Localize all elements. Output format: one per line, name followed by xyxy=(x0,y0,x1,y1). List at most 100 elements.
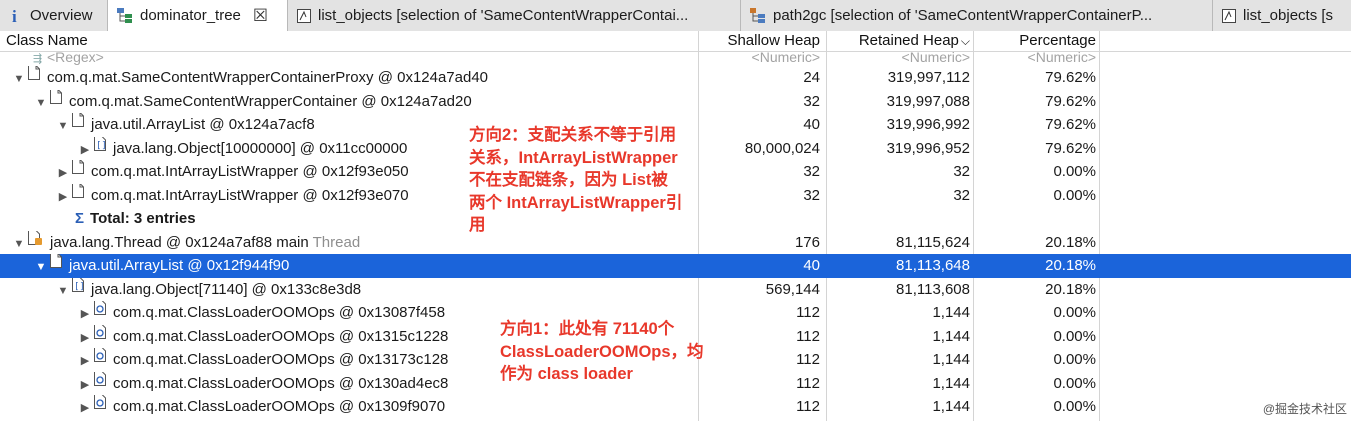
percentage-cell: 0.00% xyxy=(1053,374,1096,392)
class-name-label: com.q.mat.IntArrayListWrapper @ 0x12f93e… xyxy=(91,186,409,204)
filter-row: ⇶ <Regex> <Numeric> <Numeric> <Numeric> xyxy=(0,51,1351,65)
table-header: Class Name Shallow Heap Retained Heap ⌵ P… xyxy=(0,31,1351,52)
expand-toggle-icon[interactable]: ▶ xyxy=(79,139,91,161)
expand-toggle-icon[interactable]: ▶ xyxy=(79,327,91,349)
table-row[interactable]: ▼ com.q.mat.SameContentWrapperContainerPr… xyxy=(0,66,1351,90)
retained-heap-cell: 1,144 xyxy=(932,351,970,368)
collapse-toggle-icon[interactable]: ▼ xyxy=(35,92,47,114)
class-name-label: com.q.mat.SameContentWrapperContainer @ … xyxy=(69,92,472,110)
collapse-toggle-icon[interactable]: ▼ xyxy=(35,256,47,278)
retained-heap-cell: 81,113,608 xyxy=(896,280,970,298)
dominator-tree-icon xyxy=(116,7,134,25)
tab-label: dominator_tree xyxy=(140,7,241,24)
object-icon xyxy=(49,89,63,113)
object-icon xyxy=(49,254,63,277)
tab-label: list_objects [selection of 'SameContentW… xyxy=(318,7,689,24)
retained-heap-cell: 1,144 xyxy=(932,327,970,345)
expand-toggle-icon[interactable]: ▶ xyxy=(79,374,91,396)
retained-heap-cell: 1,144 xyxy=(932,398,970,415)
shallow-heap-cell: 40 xyxy=(803,257,820,274)
percentage-cell: 20.18% xyxy=(1045,233,1096,251)
info-icon: i xyxy=(8,8,24,24)
class-name-cell: ▼ com.q.mat.SameContentWrapperContainer @… xyxy=(35,89,680,114)
column-header-shallow-heap[interactable]: Shallow Heap xyxy=(700,31,820,51)
list-objects-icon xyxy=(296,8,312,24)
classloader-icon xyxy=(93,395,107,418)
table-row[interactable]: ▶ com.q.mat.ClassLoaderOOMOps @ 0x1309f90… xyxy=(0,395,1351,419)
array-icon: [] xyxy=(71,277,85,301)
expand-toggle-icon[interactable]: ▶ xyxy=(79,397,91,419)
table-row[interactable]: ▼ com.q.mat.SameContentWrapperContainer @… xyxy=(0,89,1351,114)
shallow-heap-cell: 112 xyxy=(796,304,820,321)
svg-text:[]: [] xyxy=(96,141,107,151)
percentage-filter-input[interactable]: <Numeric> xyxy=(975,51,1096,65)
table-row-selected[interactable]: ▼ java.util.ArrayList @ 0x12f944f90 40 81,1… xyxy=(0,254,1351,278)
percentage-cell: 79.62% xyxy=(1045,139,1096,157)
table-row[interactable]: ▼ [] java.lang.Object[71140] @ 0x133c8e3d8… xyxy=(0,277,1351,302)
tab-dominator-tree[interactable]: dominator_tree ☒ xyxy=(108,0,288,31)
shallow-heap-cell: 112 xyxy=(796,374,820,392)
retained-heap-cell: 1,144 xyxy=(932,374,970,392)
shallow-heap-cell xyxy=(700,207,820,231)
annotation-direction-1: 方向1：此处有 71140个 ClassLoaderOOMOps，均 作为 cl… xyxy=(500,320,704,383)
filter-icon: ⇶ xyxy=(33,53,43,65)
svg-text:[]: [] xyxy=(74,282,85,292)
percentage-cell: 0.00% xyxy=(1053,186,1096,204)
tab-list-objects[interactable]: list_objects [selection of 'SameContentW… xyxy=(288,0,741,31)
column-header-retained-heap[interactable]: Retained Heap ⌵ xyxy=(828,31,970,51)
filter-placeholder: <Regex> xyxy=(47,51,104,65)
shallow-heap-cell: 24 xyxy=(803,69,820,86)
percentage-cell: 0.00% xyxy=(1053,327,1096,345)
shallow-heap-cell: 112 xyxy=(796,327,820,345)
shallow-heap-cell: 32 xyxy=(803,92,820,110)
percentage-cell: 0.00% xyxy=(1053,351,1096,368)
collapse-toggle-icon[interactable]: ▼ xyxy=(13,233,25,255)
list-objects-icon xyxy=(1221,8,1237,24)
shallow-heap-cell: 40 xyxy=(803,116,820,133)
shallow-heap-cell: 112 xyxy=(796,398,820,415)
collapse-toggle-icon[interactable]: ▼ xyxy=(57,280,69,302)
class-name-label: com.q.mat.SameContentWrapperContainerPro… xyxy=(47,69,489,86)
tab-label: Overview xyxy=(30,7,93,24)
column-header-label: Retained Heap xyxy=(858,32,959,49)
class-name-cell: ▼ java.util.ArrayList @ 0x12f944f90 xyxy=(35,254,680,278)
expand-toggle-icon[interactable]: ▶ xyxy=(79,303,91,325)
path2gc-icon xyxy=(749,7,767,25)
collapse-toggle-icon[interactable]: ▼ xyxy=(13,68,25,90)
percentage-cell: 79.62% xyxy=(1045,69,1096,86)
column-header-percentage[interactable]: Percentage xyxy=(975,31,1096,51)
expand-toggle-icon[interactable]: ▶ xyxy=(57,186,69,208)
percentage-cell: 0.00% xyxy=(1053,304,1096,321)
class-name-label: com.q.mat.ClassLoaderOOMOps @ 0x13173c12… xyxy=(113,351,449,368)
close-icon[interactable]: ☒ xyxy=(253,6,268,26)
object-icon xyxy=(71,113,85,136)
sigma-icon: Σ xyxy=(75,210,85,227)
class-name-label: com.q.mat.ClassLoaderOOMOps @ 0x1315c122… xyxy=(113,327,449,345)
class-name-cell: ▼ com.q.mat.SameContentWrapperContainerPr… xyxy=(13,66,680,90)
tab-list-objects-2[interactable]: list_objects [s xyxy=(1213,0,1351,31)
percentage-cell: 79.62% xyxy=(1045,116,1096,133)
class-name-label: com.q.mat.ClassLoaderOOMOps @ 0x130ad4ec… xyxy=(113,374,449,392)
editor-tab-bar: i Overview dominator_tree ☒ list_objects… xyxy=(0,0,1351,32)
tab-label: path2gc [selection of 'SameContentWrappe… xyxy=(773,7,1153,24)
classloader-icon xyxy=(93,301,107,324)
regex-filter-input[interactable]: ⇶ <Regex> xyxy=(33,51,104,65)
expand-toggle-icon[interactable]: ▶ xyxy=(79,350,91,372)
expand-toggle-icon[interactable]: ▶ xyxy=(57,162,69,184)
shallow-heap-filter-input[interactable]: <Numeric> xyxy=(700,51,820,65)
tab-path2gc[interactable]: path2gc [selection of 'SameContentWrappe… xyxy=(741,0,1213,31)
shallow-heap-cell: 32 xyxy=(803,163,820,180)
shallow-heap-cell: 32 xyxy=(803,186,820,204)
class-name-label: com.q.mat.ClassLoaderOOMOps @ 0x13087f45… xyxy=(113,304,446,321)
tab-overview[interactable]: i Overview xyxy=(0,0,108,31)
collapse-toggle-icon[interactable]: ▼ xyxy=(57,115,69,137)
class-name-label: java.lang.Object[10000000] @ 0x11cc00000 xyxy=(113,139,408,157)
column-header-class-name[interactable]: Class Name xyxy=(6,31,88,51)
class-name-cell: ▼ [] java.lang.Object[71140] @ 0x133c8e3d8 xyxy=(57,277,680,302)
class-name-label: java.util.ArrayList @ 0x124a7acf8 xyxy=(91,116,315,133)
object-icon xyxy=(27,66,41,89)
watermark: @掘金技术社区 xyxy=(1262,402,1347,416)
retained-heap-cell: 319,997,112 xyxy=(887,69,970,86)
retained-heap-filter-input[interactable]: <Numeric> xyxy=(828,51,970,65)
thread-icon xyxy=(27,230,44,254)
